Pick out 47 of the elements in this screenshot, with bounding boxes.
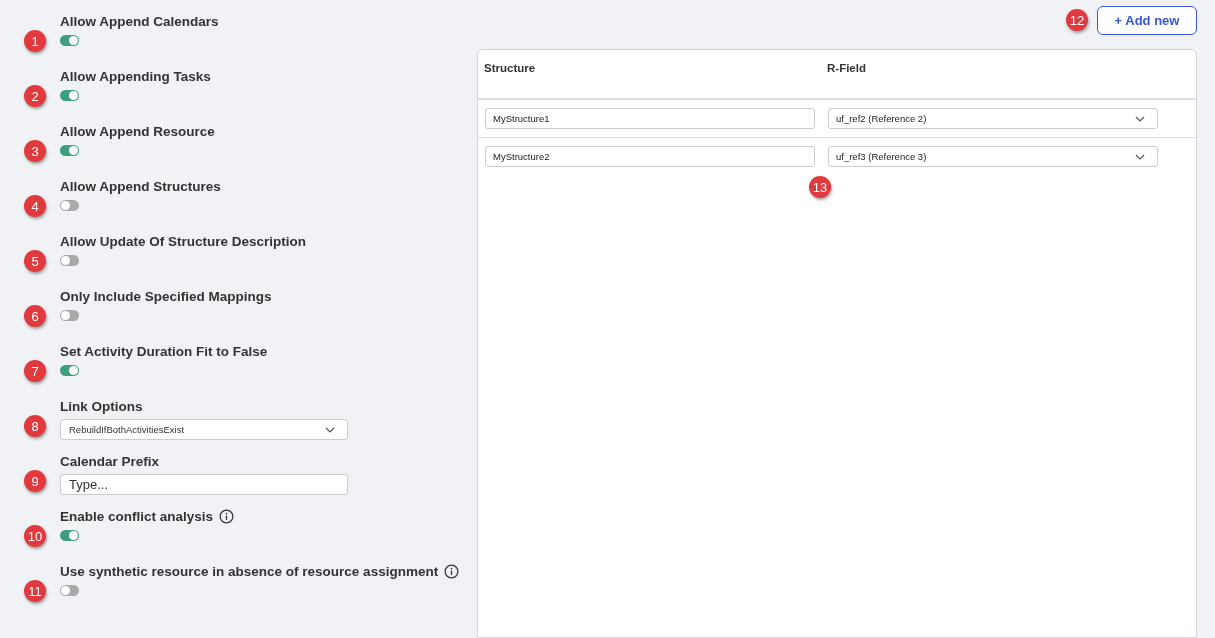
setting-label: Allow Append Calendars [60, 13, 219, 29]
setting-label: Use synthetic resource in absence of resource assignment [60, 563, 439, 579]
info-icon[interactable] [444, 563, 460, 579]
toggle-switch[interactable] [60, 585, 79, 596]
setting-label: Only Include Specified Mappings [60, 288, 272, 304]
number-marker: 4 [24, 195, 46, 217]
toggle-switch[interactable] [60, 145, 79, 156]
toggle-switch[interactable] [60, 35, 79, 46]
setting-label: Calendar Prefix [60, 453, 160, 469]
setting-label: Allow Update Of Structure Description [60, 233, 307, 249]
column-header: R-Field [827, 62, 866, 76]
number-marker: 11 [24, 580, 46, 602]
toggle-switch[interactable] [60, 90, 79, 101]
calendar-prefix-field[interactable]: Type... [60, 474, 348, 495]
setting-label: Allow Append Structures [60, 178, 221, 194]
number-marker: 13 [809, 176, 831, 198]
structure-field[interactable]: MyStructure2 [485, 146, 815, 167]
number-marker: 9 [24, 470, 46, 492]
setting-label: Enable conflict analysis [60, 508, 214, 524]
chevron-down-icon [1135, 153, 1145, 160]
number-marker: 7 [24, 360, 46, 382]
toggle-switch[interactable] [60, 255, 79, 266]
number-marker: 12 [1066, 9, 1088, 31]
number-marker: 6 [24, 305, 46, 327]
setting-label: Set Activity Duration Fit to False [60, 343, 268, 359]
link-options-dropdown[interactable]: RebuildIfBothActivitiesExist [60, 419, 348, 440]
add-new-button[interactable]: + Add new [1097, 5, 1197, 35]
chevron-down-icon [1135, 115, 1145, 122]
number-marker: 1 [24, 30, 46, 52]
toggle-switch[interactable] [60, 365, 79, 376]
number-marker: 10 [24, 525, 46, 547]
number-marker: 5 [24, 250, 46, 272]
info-icon[interactable] [219, 508, 235, 524]
column-header: Structure [484, 62, 537, 76]
toggle-switch[interactable] [60, 310, 79, 321]
number-marker: 3 [24, 140, 46, 162]
structure-field[interactable]: MyStructure1 [485, 108, 815, 129]
toggle-switch[interactable] [60, 530, 79, 541]
chevron-down-icon [325, 426, 335, 433]
setting-label: Allow Append Resource [60, 123, 215, 139]
toggle-switch[interactable] [60, 200, 79, 211]
number-marker: 2 [24, 85, 46, 107]
setting-label: Allow Appending Tasks [60, 68, 211, 84]
setting-label: Link Options [60, 398, 143, 414]
number-marker: 8 [24, 415, 46, 437]
r-field-dropdown[interactable]: uf_ref2 (Reference 2) [828, 108, 1158, 129]
r-field-dropdown[interactable]: uf_ref3 (Reference 3) [828, 146, 1158, 167]
